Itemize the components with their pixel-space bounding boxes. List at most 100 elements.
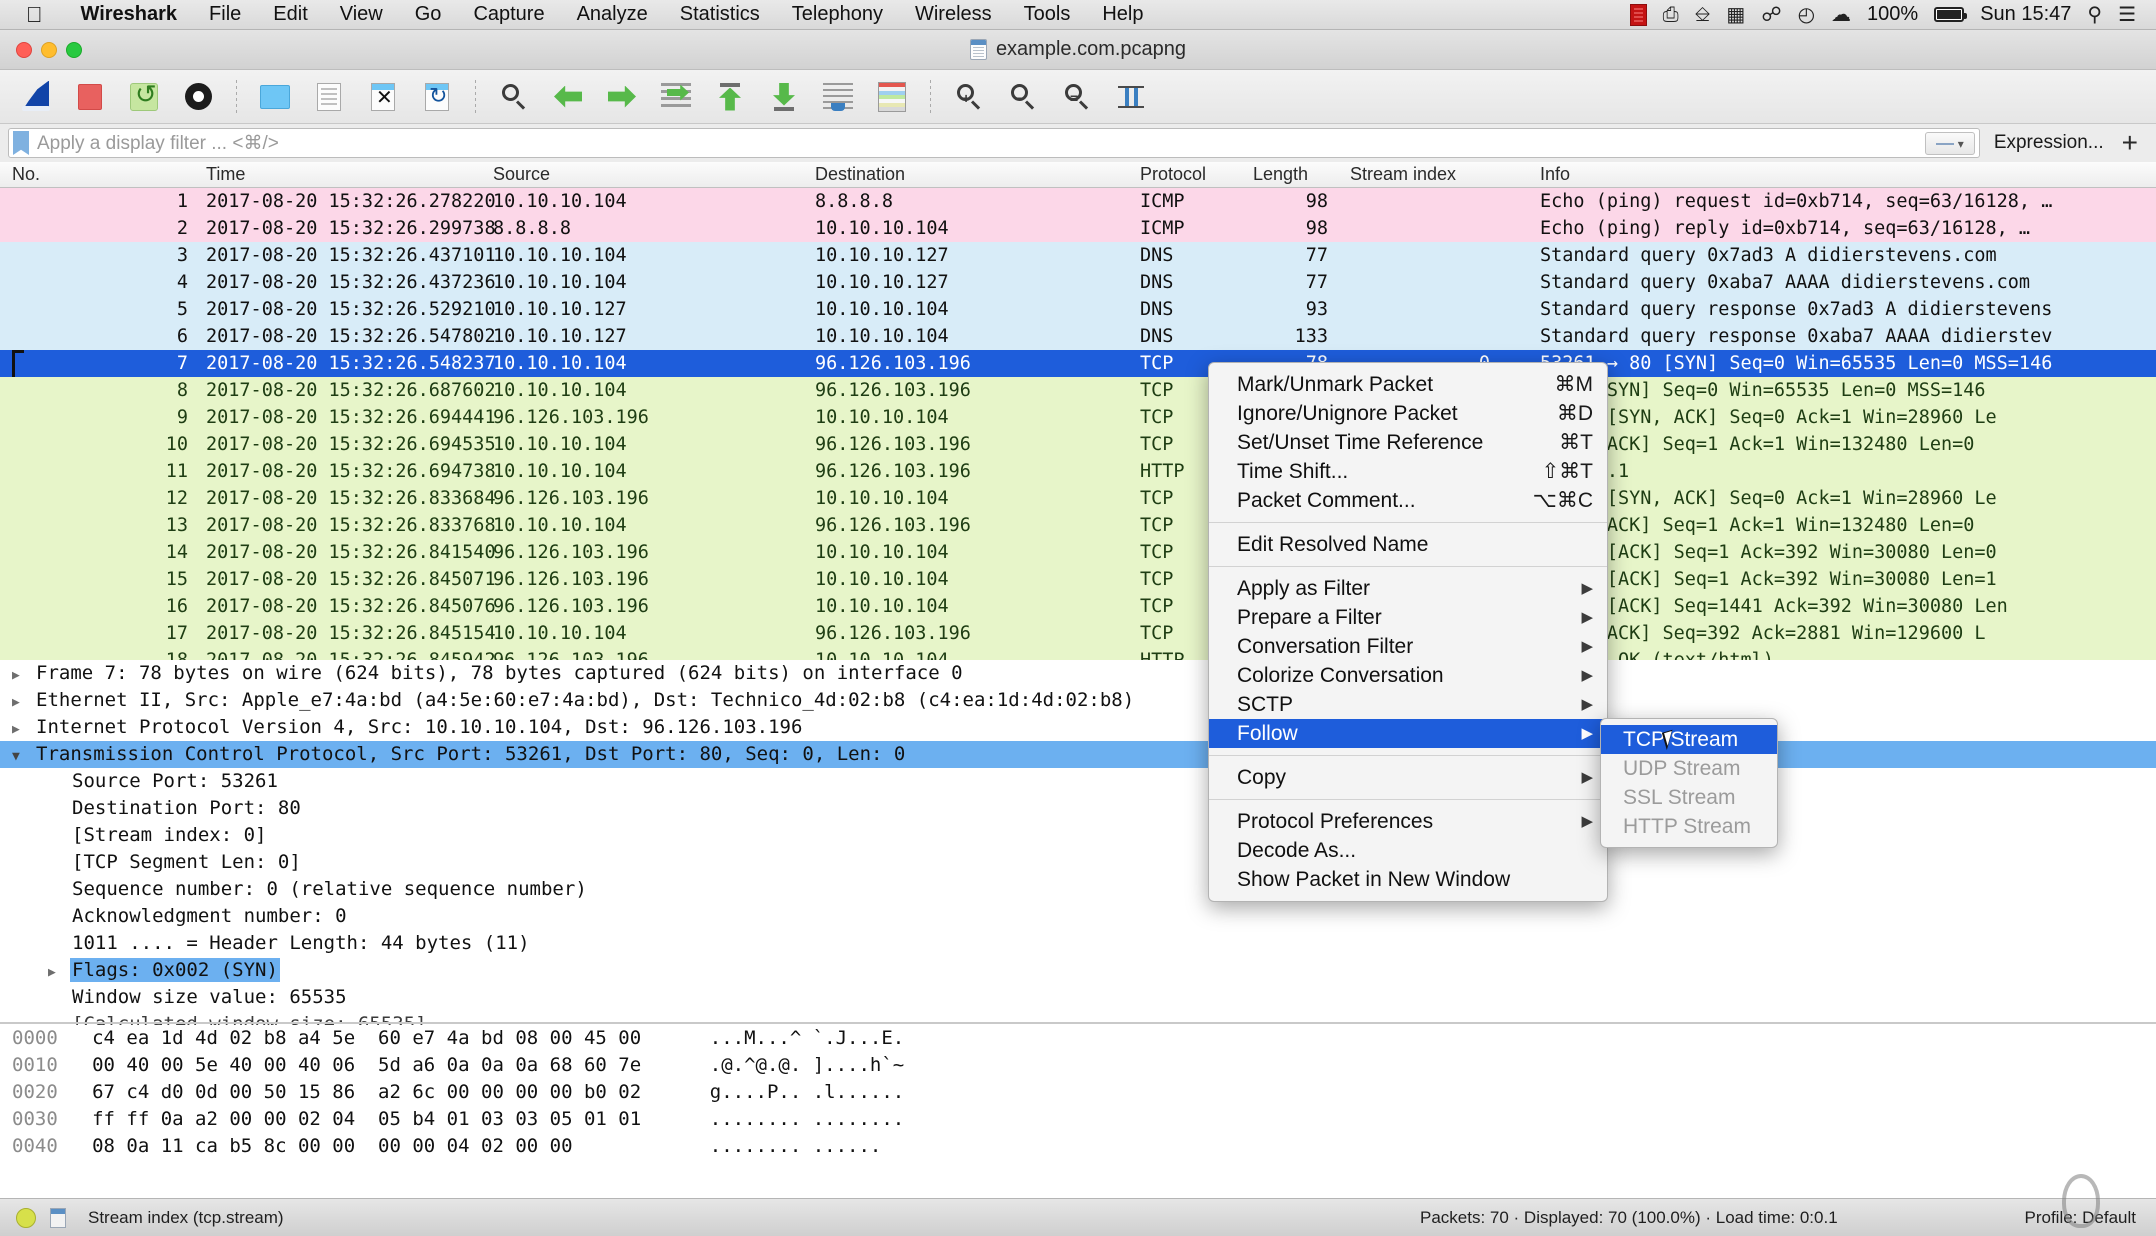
save-file-button[interactable] [303, 75, 355, 119]
chevron-right-icon[interactable]: ▶ [12, 689, 34, 716]
menu-show-packet-in-new-window[interactable]: Show Packet in New Window [1209, 865, 1607, 894]
column-header-destination[interactable]: Destination [815, 164, 905, 185]
menu-sctp[interactable]: SCTP▶ [1209, 690, 1607, 719]
menu-copy[interactable]: Copy▶ [1209, 763, 1607, 792]
packet-details-tree[interactable]: ▶Frame 7: 78 bytes on wire (624 bits), 7… [0, 660, 2156, 1025]
go-to-packet-button[interactable] [650, 75, 702, 119]
packet-context-menu[interactable]: Mark/Unmark Packet⌘MIgnore/Unignore Pack… [1208, 362, 1608, 902]
minimize-window-button[interactable] [41, 42, 57, 58]
menu-app-wireshark[interactable]: Wireshark [65, 3, 194, 26]
table-row[interactable]: 152017-08-20 15:32:26.84507196.126.103.1… [0, 566, 2156, 593]
column-header-no[interactable]: No. [12, 164, 40, 185]
filter-expression-button[interactable]: Expression... [1980, 132, 2118, 154]
detail-tree-row[interactable]: ▶Frame 7: 78 bytes on wire (624 bits), 7… [0, 660, 2156, 687]
detail-tree-row[interactable]: [TCP Segment Len: 0] [0, 849, 2156, 876]
menu-capture[interactable]: Capture [457, 3, 560, 26]
menu-apply-as-filter[interactable]: Apply as Filter▶ [1209, 574, 1607, 603]
add-filter-button[interactable]: + [2118, 129, 2152, 157]
packet-list[interactable]: 12017-08-20 15:32:26.27822010.10.10.1048… [0, 188, 2156, 660]
search-input-container[interactable]: Apply a display filter ... <⌘/> ▾ [8, 128, 1980, 158]
go-first-packet-button[interactable] [704, 75, 756, 119]
menu-mark-unmark-packet[interactable]: Mark/Unmark Packet⌘M [1209, 370, 1607, 399]
bookmark-icon[interactable] [13, 131, 29, 155]
table-row[interactable]: 22017-08-20 15:32:26.2997388.8.8.810.10.… [0, 215, 2156, 242]
colorize-button[interactable] [866, 75, 918, 119]
detail-tree-row[interactable]: ▶Internet Protocol Version 4, Src: 10.10… [0, 714, 2156, 741]
table-row[interactable]: 142017-08-20 15:32:26.84154096.126.103.1… [0, 539, 2156, 566]
menu-file[interactable]: File [193, 3, 257, 26]
menu-colorize-conversation[interactable]: Colorize Conversation▶ [1209, 661, 1607, 690]
menu-view[interactable]: View [324, 3, 399, 26]
battery-icon[interactable] [1934, 7, 1964, 22]
airplay-duplicate-icon[interactable]: ⎙ [1663, 5, 1679, 25]
detail-tree-row[interactable]: Destination Port: 80 [0, 795, 2156, 822]
packet-list-color-strip[interactable] [2100, 188, 2156, 660]
capture-options-button[interactable] [172, 75, 224, 119]
menu-wireless[interactable]: Wireless [899, 3, 1008, 26]
table-row[interactable]: 172017-08-20 15:32:26.84515410.10.10.104… [0, 620, 2156, 647]
pane-divider[interactable] [0, 1022, 2156, 1024]
table-row[interactable]: 132017-08-20 15:32:26.83376810.10.10.104… [0, 512, 2156, 539]
go-forward-button[interactable] [596, 75, 648, 119]
menu-tools[interactable]: Tools [1008, 3, 1087, 26]
zoom-out-button[interactable]: − [997, 75, 1049, 119]
menu-edit[interactable]: Edit [257, 3, 323, 26]
detail-tree-row[interactable]: Sequence number: 0 (relative sequence nu… [0, 876, 2156, 903]
menu-telephony[interactable]: Telephony [776, 3, 899, 26]
find-packet-button[interactable] [488, 75, 540, 119]
clock-icon[interactable]: ◴ [1798, 5, 1815, 25]
time-machine-icon[interactable]: ▦ [1726, 5, 1745, 25]
display-filter-input[interactable]: Apply a display filter ... <⌘/> [37, 132, 279, 155]
menu-go[interactable]: Go [399, 3, 458, 26]
menu-ignore-unignore-packet[interactable]: Ignore/Unignore Packet⌘D [1209, 399, 1607, 428]
menu-decode-as[interactable]: Decode As... [1209, 836, 1607, 865]
go-last-packet-button[interactable] [758, 75, 810, 119]
table-row[interactable]: 82017-08-20 15:32:26.68760210.10.10.1049… [0, 377, 2156, 404]
zoom-window-button[interactable] [66, 42, 82, 58]
menu-help[interactable]: Help [1086, 3, 1159, 26]
menu-bar-clock[interactable]: Sun 15:47 [1980, 3, 2071, 26]
menu-follow[interactable]: Follow▶ [1209, 719, 1607, 748]
packet-bytes-pane[interactable]: 0000 c4 ea 1d 4d 02 b8 a4 5e 60 e7 4a bd… [0, 1025, 2156, 1175]
hex-dump-row[interactable]: 0010 00 40 00 5e 40 00 40 06 5d a6 0a 0a… [0, 1052, 2156, 1079]
detail-tree-row[interactable]: ▼Transmission Control Protocol, Src Port… [0, 741, 2156, 768]
column-header-source[interactable]: Source [493, 164, 550, 185]
capture-file-properties-icon[interactable] [50, 1208, 66, 1228]
menu-analyze[interactable]: Analyze [561, 3, 664, 26]
menu-statistics[interactable]: Statistics [664, 3, 776, 26]
stop-capture-button[interactable] [64, 75, 116, 119]
normal-size-button[interactable]: = [1051, 75, 1103, 119]
menu-protocol-preferences[interactable]: Protocol Preferences▶ [1209, 807, 1607, 836]
column-header-time[interactable]: Time [206, 164, 245, 185]
table-row[interactable]: 112017-08-20 15:32:26.69473810.10.10.104… [0, 458, 2156, 485]
airplay-icon[interactable]: ⎒ [1695, 5, 1711, 25]
bluetooth-icon[interactable]: ☍ [1761, 5, 1781, 25]
table-row[interactable]: 62017-08-20 15:32:26.54780210.10.10.1271… [0, 323, 2156, 350]
notification-center-icon[interactable]: ☰ [2118, 5, 2136, 25]
table-row[interactable]: 72017-08-20 15:32:26.54823710.10.10.1049… [0, 350, 2156, 377]
detail-tree-row[interactable]: 1011 .... = Header Length: 44 bytes (11) [0, 930, 2156, 957]
resize-columns-button[interactable] [1105, 75, 1157, 119]
table-row[interactable]: 102017-08-20 15:32:26.69453510.10.10.104… [0, 431, 2156, 458]
table-row[interactable]: 122017-08-20 15:32:26.83368496.126.103.1… [0, 485, 2156, 512]
column-header-protocol[interactable]: Protocol [1140, 164, 1206, 185]
detail-tree-row[interactable]: Window size value: 65535 [0, 984, 2156, 1011]
column-header-length[interactable]: Length [1253, 164, 1308, 185]
table-row[interactable]: 12017-08-20 15:32:26.27822010.10.10.1048… [0, 188, 2156, 215]
search-icon[interactable]: ⚲ [2087, 5, 2102, 25]
close-window-button[interactable] [16, 42, 32, 58]
go-back-button[interactable] [542, 75, 594, 119]
zoom-in-button[interactable]: + [943, 75, 995, 119]
detail-tree-row[interactable]: ▶Ethernet II, Src: Apple_e7:4a:bd (a4:5e… [0, 687, 2156, 714]
hex-dump-row[interactable]: 0000 c4 ea 1d 4d 02 b8 a4 5e 60 e7 4a bd… [0, 1025, 2156, 1052]
menu-set-unset-time-reference[interactable]: Set/Unset Time Reference⌘T [1209, 428, 1607, 457]
detail-tree-row[interactable]: Acknowledgment number: 0 [0, 903, 2156, 930]
apply-filter-arrow-icon[interactable]: ▾ [1925, 132, 1975, 155]
chevron-right-icon[interactable]: ▶ [48, 959, 70, 986]
wifi-icon[interactable]: ☁ [1831, 5, 1851, 25]
apple-menu-icon[interactable]:  [0, 4, 65, 26]
table-row[interactable]: 42017-08-20 15:32:26.43723610.10.10.1041… [0, 269, 2156, 296]
chevron-down-icon[interactable]: ▼ [12, 743, 34, 770]
detail-tree-row[interactable]: Source Port: 53261 [0, 768, 2156, 795]
close-file-button[interactable] [357, 75, 409, 119]
